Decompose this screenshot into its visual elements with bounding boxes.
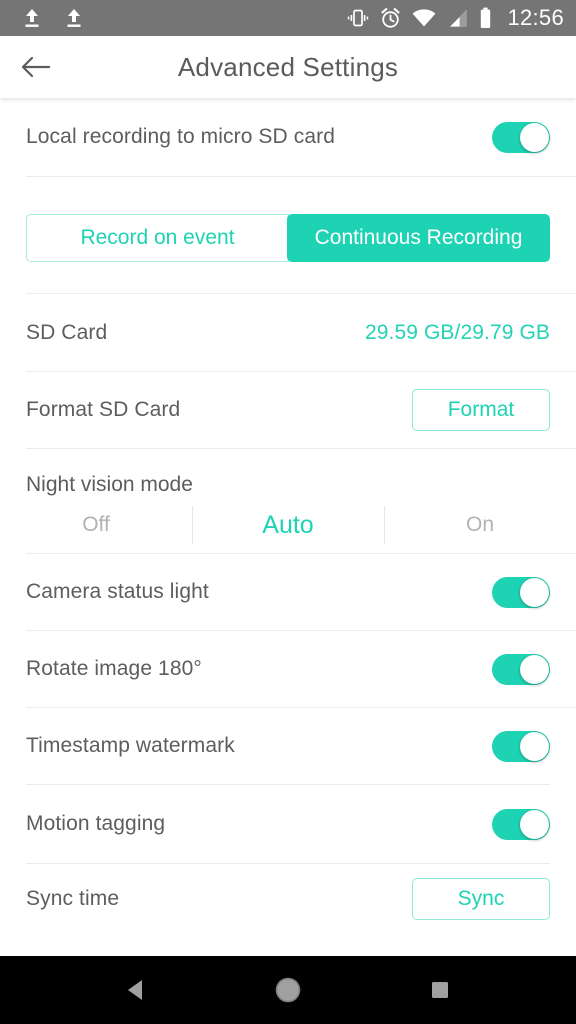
segment-continuous-recording[interactable]: Continuous Recording <box>287 214 550 262</box>
night-vision-option-on[interactable]: On <box>384 497 576 553</box>
night-vision-label: Night vision mode <box>26 473 193 496</box>
motion-tagging-toggle[interactable] <box>492 808 550 840</box>
row-sync-time: Sync time Sync <box>0 864 576 934</box>
night-vision-option-auto[interactable]: Auto <box>192 497 384 553</box>
sd-card-label: SD Card <box>26 320 108 344</box>
nav-recents-square-icon <box>432 982 448 998</box>
local-recording-label: Local recording to micro SD card <box>26 125 335 148</box>
row-motion-tagging[interactable]: Motion tagging <box>0 785 576 863</box>
vibrate-icon <box>348 9 369 27</box>
timestamp-watermark-toggle[interactable] <box>492 730 550 762</box>
row-format-sd-card: Format SD Card Format <box>0 372 576 448</box>
battery-icon <box>481 7 491 28</box>
signal-icon <box>450 9 468 27</box>
motion-tagging-label: Motion tagging <box>26 812 166 835</box>
wifi-icon <box>413 8 436 26</box>
status-bar: 12:56 <box>0 0 576 36</box>
nav-home-circle-icon <box>275 977 301 1003</box>
row-local-recording[interactable]: Local recording to micro SD card <box>0 98 576 176</box>
app-toolbar: Advanced Settings <box>0 36 576 98</box>
sync-button[interactable]: Sync <box>412 878 550 920</box>
row-timestamp-watermark[interactable]: Timestamp watermark <box>0 708 576 784</box>
page-title: Advanced Settings <box>177 51 399 82</box>
toggle-knob <box>520 122 549 152</box>
status-bar-clock: 12:56 <box>507 5 564 30</box>
row-camera-status-light[interactable]: Camera status light <box>0 554 576 630</box>
toggle-knob <box>520 654 549 684</box>
camera-status-light-toggle[interactable] <box>492 576 550 608</box>
toggle-knob <box>520 809 549 839</box>
sd-card-capacity-value: 29.59 GB/29.79 GB <box>365 320 550 344</box>
sync-time-label: Sync time <box>26 887 120 910</box>
back-button[interactable] <box>0 36 72 98</box>
back-arrow-icon <box>21 56 51 78</box>
segment-record-on-event[interactable]: Record on event <box>26 214 289 262</box>
upload-icon <box>25 9 39 27</box>
timestamp-watermark-label: Timestamp watermark <box>26 734 235 757</box>
row-rotate-image[interactable]: Rotate image 180° <box>0 631 576 707</box>
night-vision-option-off[interactable]: Off <box>0 497 192 553</box>
upload-icon <box>67 9 81 27</box>
night-vision-options: Off Auto On <box>0 497 576 553</box>
row-sd-card: SD Card 29.59 GB/29.79 GB <box>0 294 576 371</box>
alarm-icon <box>381 7 400 28</box>
nav-home-button[interactable] <box>260 956 316 1024</box>
segmented-control: Record on event Continuous Recording <box>26 214 550 262</box>
format-button[interactable]: Format <box>412 389 550 431</box>
status-bar-left-icons <box>22 7 84 29</box>
nav-recents-button[interactable] <box>412 956 468 1024</box>
settings-list: Local recording to micro SD card Record … <box>0 98 576 956</box>
nav-back-triangle-icon <box>128 980 142 1000</box>
android-navigation-bar <box>0 956 576 1024</box>
nav-back-button[interactable] <box>108 956 164 1024</box>
phone-screen: 12:56 Advanced Settings Local recording … <box>0 0 576 1024</box>
local-recording-toggle[interactable] <box>492 121 550 153</box>
rotate-image-toggle[interactable] <box>492 653 550 685</box>
recording-mode-control: Record on event Continuous Recording <box>0 177 576 293</box>
toggle-knob <box>520 731 549 761</box>
camera-status-light-label: Camera status light <box>26 580 209 603</box>
status-bar-right-icons: 12:56 <box>347 5 564 31</box>
rotate-image-label: Rotate image 180° <box>26 657 202 680</box>
toggle-knob <box>520 577 549 607</box>
format-sd-card-label: Format SD Card <box>26 398 181 421</box>
